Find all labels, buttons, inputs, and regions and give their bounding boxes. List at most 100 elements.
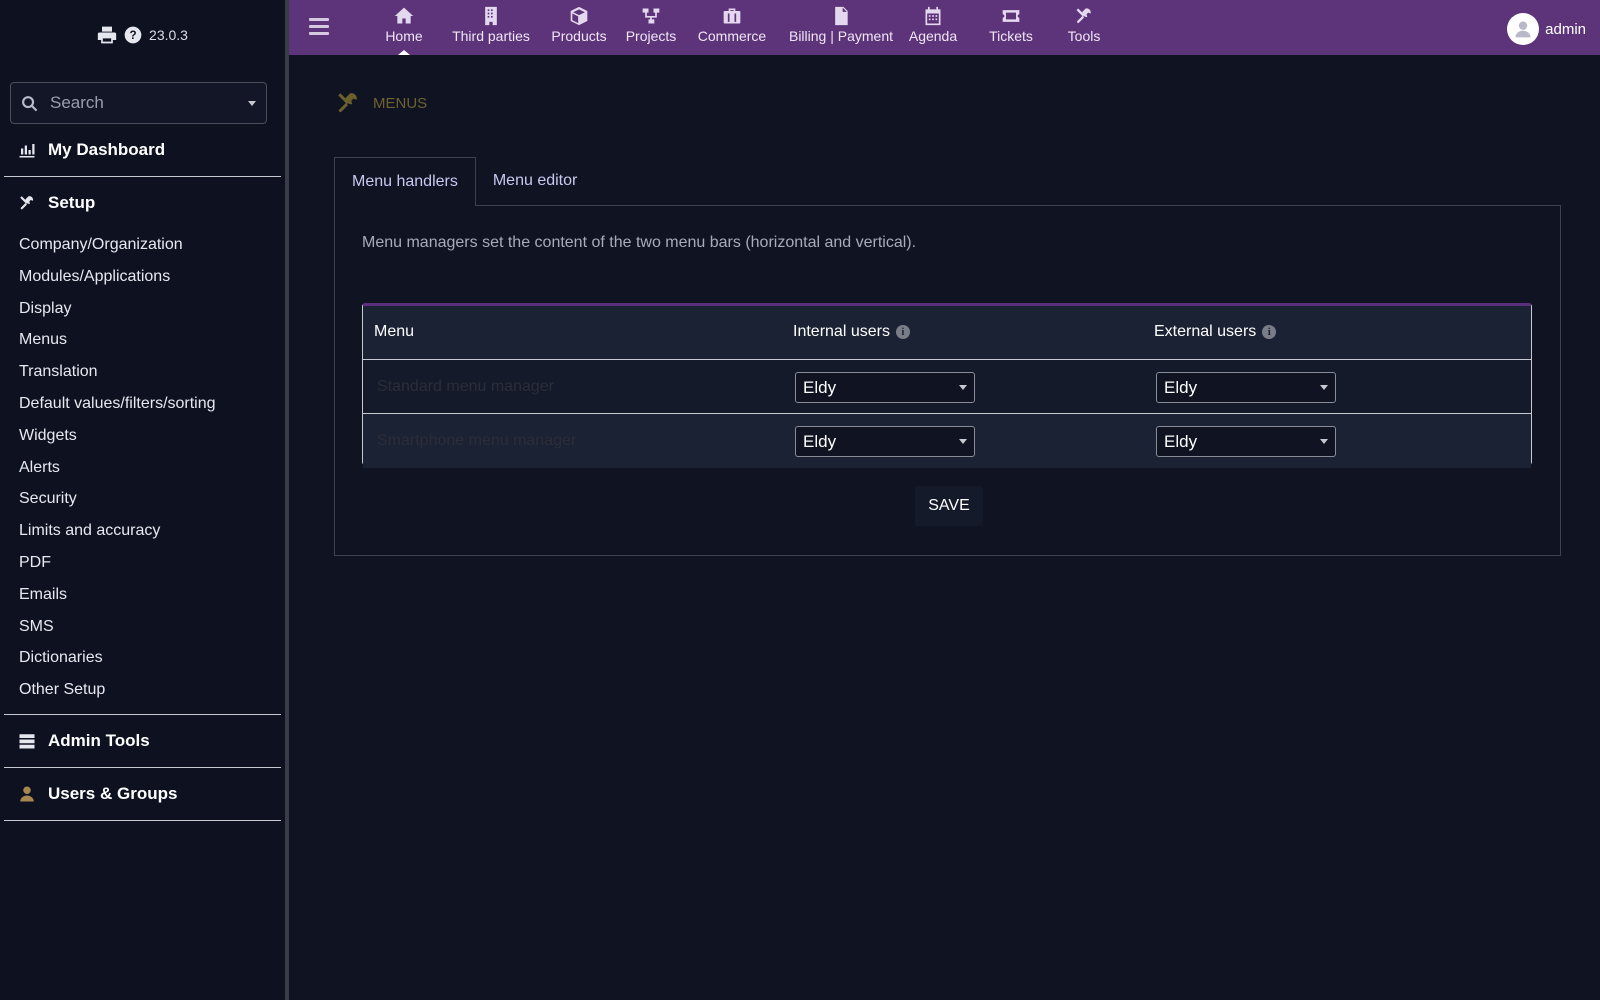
save-button[interactable]: SAVE <box>915 486 983 526</box>
sidebar-item-other-setup[interactable]: Other Setup <box>4 674 281 706</box>
internal-menu-select[interactable]: Eldy <box>795 372 975 403</box>
chevron-down-icon[interactable] <box>248 100 256 106</box>
sidebar-item-dashboard[interactable]: My Dashboard <box>4 124 281 176</box>
sidebar-section-setup: Setup Company/Organization Modules/Appli… <box>4 177 281 715</box>
tab-menu-editor[interactable]: Menu editor <box>476 157 595 205</box>
row-label: Smartphone menu manager <box>377 432 577 449</box>
sidebar-item-setup[interactable]: Setup <box>4 177 281 229</box>
top-navbar: Home Third parties Products Projects Com… <box>289 0 1600 55</box>
sidebar-dashboard-label: My Dashboard <box>48 140 166 159</box>
nav-tickets-label: Tickets <box>989 28 1033 44</box>
calendar-icon <box>925 6 941 26</box>
internal-menu-select[interactable]: Eldy <box>795 426 975 457</box>
page-description: Menu managers set the content of the two… <box>362 234 917 251</box>
table-row: Standard menu manager Eldy Eldy <box>363 360 1531 414</box>
nav-products[interactable]: Products <box>547 0 611 55</box>
nav-projects[interactable]: Projects <box>623 0 679 55</box>
user-icon <box>1515 21 1531 38</box>
tools-icon <box>338 93 357 113</box>
nav-tools-label: Tools <box>1067 28 1101 44</box>
briefcase-icon <box>723 8 741 24</box>
column-external-label: External users <box>1154 323 1257 340</box>
sidebar-top: ? 23.0.3 <box>0 0 285 70</box>
nav-agenda[interactable]: Agenda <box>901 0 965 55</box>
avatar <box>1507 13 1540 45</box>
sidebar-item-menus[interactable]: Menus <box>4 324 281 356</box>
external-menu-select[interactable]: Eldy <box>1156 426 1336 457</box>
sidebar-item-display[interactable]: Display <box>4 293 281 325</box>
chevron-down-icon <box>1320 385 1328 390</box>
info-icon[interactable]: i <box>1262 325 1277 339</box>
nav-commerce[interactable]: Commerce <box>693 0 771 55</box>
nav-commerce-label: Commerce <box>697 28 767 44</box>
nav-third-parties-label: Third parties <box>452 28 530 44</box>
nav-third-parties[interactable]: Third parties <box>449 0 533 55</box>
nav-home-label: Home <box>385 28 423 44</box>
page-title: MENUS <box>373 94 428 112</box>
home-icon <box>394 7 414 24</box>
search-placeholder: Search <box>50 93 104 112</box>
project-icon <box>642 8 660 24</box>
invoice-icon <box>835 6 848 26</box>
row-label: Standard menu manager <box>377 378 554 395</box>
select-value: Eldy <box>803 432 837 451</box>
chevron-down-icon <box>959 439 967 444</box>
search-icon <box>22 95 38 111</box>
table-row: Smartphone menu manager Eldy Eldy <box>363 414 1531 468</box>
column-header-external: External users i <box>1154 323 1277 341</box>
nav-tools[interactable]: Tools <box>1059 0 1109 55</box>
sidebar-item-default-values[interactable]: Default values/filters/sorting <box>4 388 281 420</box>
nav-billing-payment[interactable]: Billing | Payment <box>783 0 899 55</box>
chevron-down-icon <box>959 385 967 390</box>
user-menu[interactable]: admin <box>1507 13 1586 45</box>
app-version: 23.0.3 <box>149 27 188 43</box>
chevron-down-icon <box>1320 439 1328 444</box>
tools-icon <box>1076 8 1091 24</box>
nav-tickets[interactable]: Tickets <box>981 0 1041 55</box>
search-input[interactable]: Search <box>10 82 267 124</box>
tools-icon <box>20 196 34 210</box>
help-icon[interactable]: ? <box>123 25 143 45</box>
info-icon[interactable]: i <box>895 325 910 339</box>
sidebar-item-admin-tools[interactable]: Admin Tools <box>4 715 281 767</box>
sidebar-section-dashboard: My Dashboard <box>4 124 281 177</box>
select-value: Eldy <box>1164 432 1198 451</box>
column-menu-label: Menu <box>374 323 415 340</box>
sidebar-item-security[interactable]: Security <box>4 483 281 515</box>
nav-projects-label: Projects <box>625 28 677 44</box>
sidebar-section-users-groups: Users & Groups <box>4 768 281 821</box>
select-value: Eldy <box>803 378 837 397</box>
page-header: MENUS <box>335 90 427 116</box>
sidebar-item-sms[interactable]: SMS <box>4 611 281 643</box>
select-value: Eldy <box>1164 378 1198 397</box>
nav-products-label: Products <box>551 28 607 44</box>
menu-toggle-icon[interactable] <box>309 18 329 39</box>
tab-panel: Menu managers set the content of the two… <box>334 205 1561 556</box>
sidebar-setup-label: Setup <box>48 193 96 212</box>
tab-bar: Menu handlers Menu editor <box>334 157 595 206</box>
server-icon <box>19 734 35 749</box>
sidebar-item-pdf[interactable]: PDF <box>4 547 281 579</box>
sidebar-section-admin-tools: Admin Tools <box>4 715 281 768</box>
sidebar-users-groups-label: Users & Groups <box>48 783 178 803</box>
sidebar-item-modules[interactable]: Modules/Applications <box>4 261 281 293</box>
sidebar-item-translation[interactable]: Translation <box>4 356 281 388</box>
nav-home[interactable]: Home <box>379 0 429 55</box>
user-name: admin <box>1545 20 1586 38</box>
table-header: Menu Internal users i External users i <box>363 306 1531 360</box>
tab-menu-handlers[interactable]: Menu handlers <box>334 157 476 206</box>
external-menu-select[interactable]: Eldy <box>1156 372 1336 403</box>
sidebar-item-dictionaries[interactable]: Dictionaries <box>4 642 281 674</box>
user-icon <box>20 786 34 802</box>
sidebar-item-alerts[interactable]: Alerts <box>4 452 281 484</box>
cube-icon <box>570 6 588 26</box>
printer-icon[interactable] <box>97 25 117 45</box>
sidebar-item-emails[interactable]: Emails <box>4 579 281 611</box>
sidebar: ? 23.0.3 Search My Dashboard Setup Compa… <box>0 0 289 1000</box>
sidebar-item-users-groups[interactable]: Users & Groups <box>4 768 281 820</box>
sidebar-item-company[interactable]: Company/Organization <box>4 229 281 261</box>
setup-menu-list: Company/Organization Modules/Application… <box>4 229 281 714</box>
sidebar-admin-tools-label: Admin Tools <box>48 730 150 750</box>
sidebar-item-limits[interactable]: Limits and accuracy <box>4 515 281 547</box>
sidebar-item-widgets[interactable]: Widgets <box>4 420 281 452</box>
